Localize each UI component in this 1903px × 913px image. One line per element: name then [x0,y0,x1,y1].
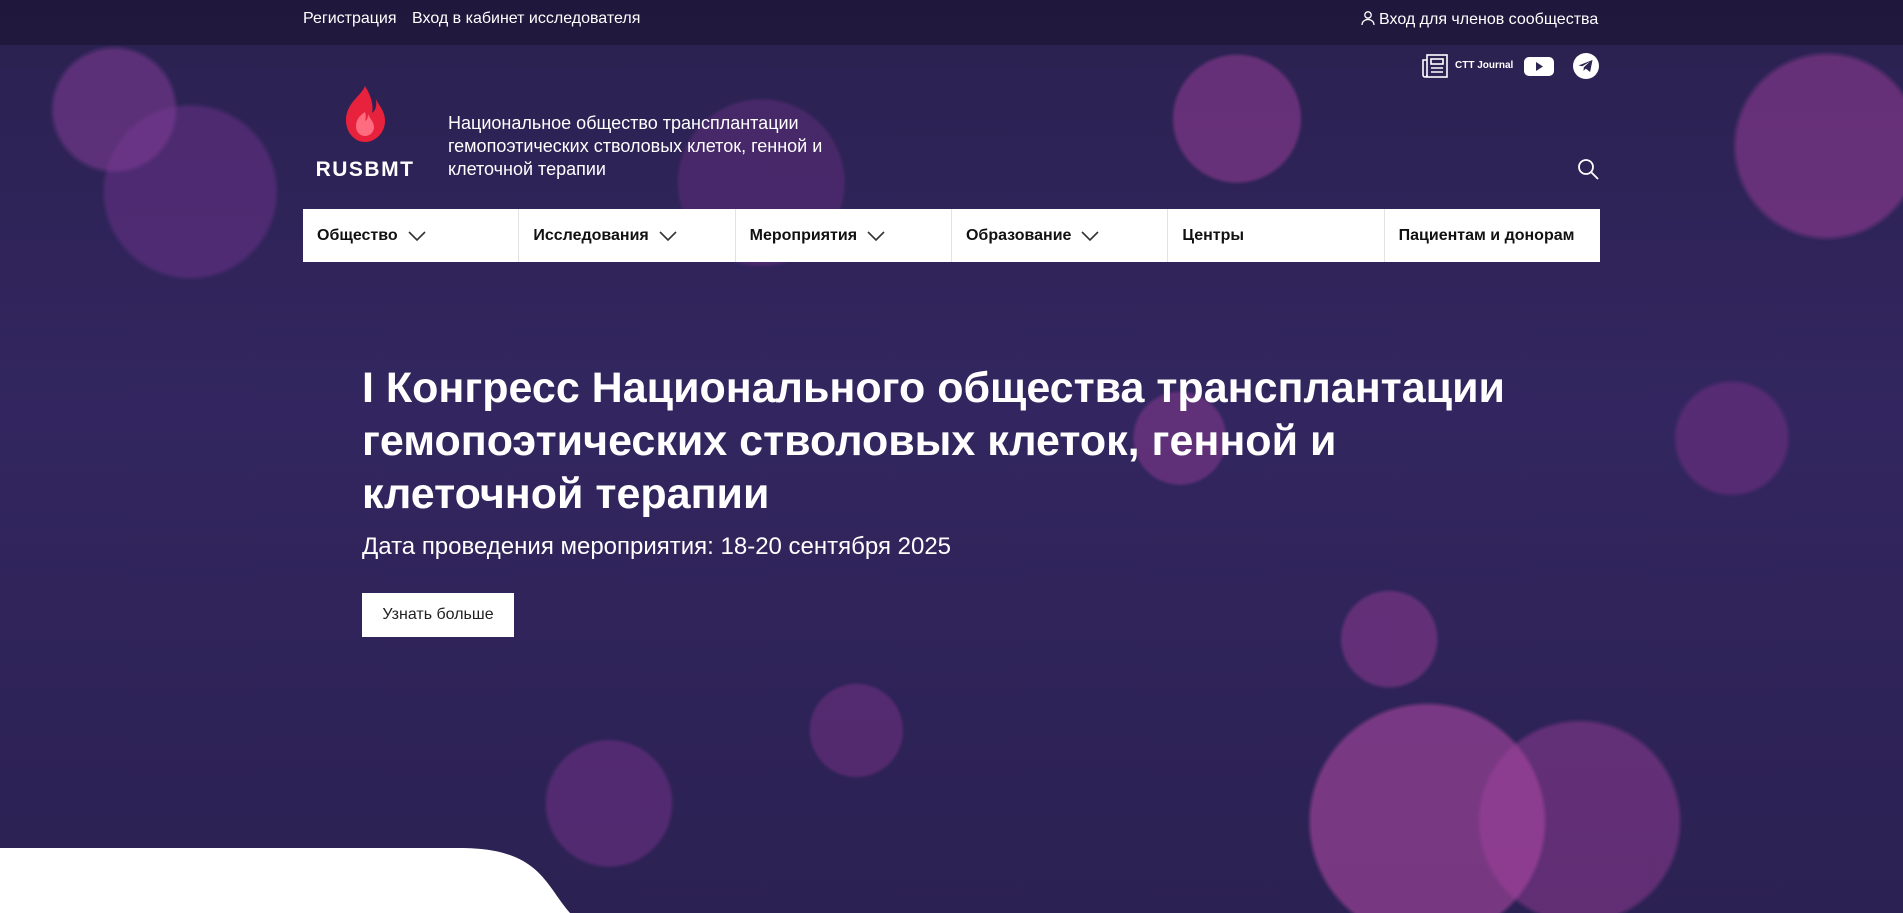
nav-item-label: Исследования [533,226,649,244]
chevron-down-icon [1081,230,1100,241]
register-link[interactable]: Регистрация [303,10,397,28]
learn-more-button[interactable]: Узнать больше [362,593,514,637]
youtube-icon [1524,57,1554,76]
nav-item-label: Центры [1182,226,1245,244]
researcher-cabinet-link[interactable]: Вход в кабинет исследователя [412,10,640,28]
nav-item-label: Пациентам и донорам [1398,226,1575,244]
user-icon [1361,11,1375,26]
youtube-link[interactable] [1523,52,1555,80]
telegram-icon [1573,53,1599,79]
main-navigation: Общество Исследования Мероприятия Образо… [303,209,1600,262]
nav-item-label: Общество [317,226,398,244]
hero-section: I Конгресс Национального общества трансп… [362,362,1562,561]
telegram-link[interactable] [1572,52,1600,80]
nav-item-research[interactable]: Исследования [519,209,736,262]
nav-item-centers[interactable]: Центры [1168,209,1385,262]
chevron-down-icon [659,230,677,241]
chevron-down-icon [408,230,426,241]
search-icon [1578,159,1599,180]
hero-title: I Конгресс Национального общества трансп… [362,364,1505,518]
section-divider [0,848,570,913]
nav-item-society[interactable]: Общество [303,209,520,262]
organization-name: Национальное общество трансплантации гем… [448,113,823,179]
search-button[interactable] [1576,157,1600,181]
chevron-down-icon [867,230,885,241]
rusbmt-logo[interactable]: RUSBMT [307,82,423,182]
nav-item-education[interactable]: Образование [952,209,1169,262]
nav-item-label: Мероприятия [749,226,858,244]
logo-text: RUSBMT [315,158,415,181]
top-bar: Регистрация Вход в кабинет исследователя… [0,0,1903,45]
member-login-label: Вход для членов сообщества [1379,11,1599,28]
ctt-journal-label: CTT Journal [1455,60,1514,71]
nav-item-events[interactable]: Мероприятия [736,209,952,262]
nav-item-label: Образование [965,226,1072,244]
event-date: Дата проведения мероприятия: 18-20 сентя… [362,533,952,560]
flame-logo-icon [346,86,385,142]
member-login-link[interactable]: Вход для членов сообщества [1360,10,1598,29]
ctt-journal-link[interactable]: CTT Journal [1421,52,1514,80]
nav-item-patients-donors[interactable]: Пациентам и донорам [1385,209,1600,262]
newspaper-icon [1422,54,1448,78]
